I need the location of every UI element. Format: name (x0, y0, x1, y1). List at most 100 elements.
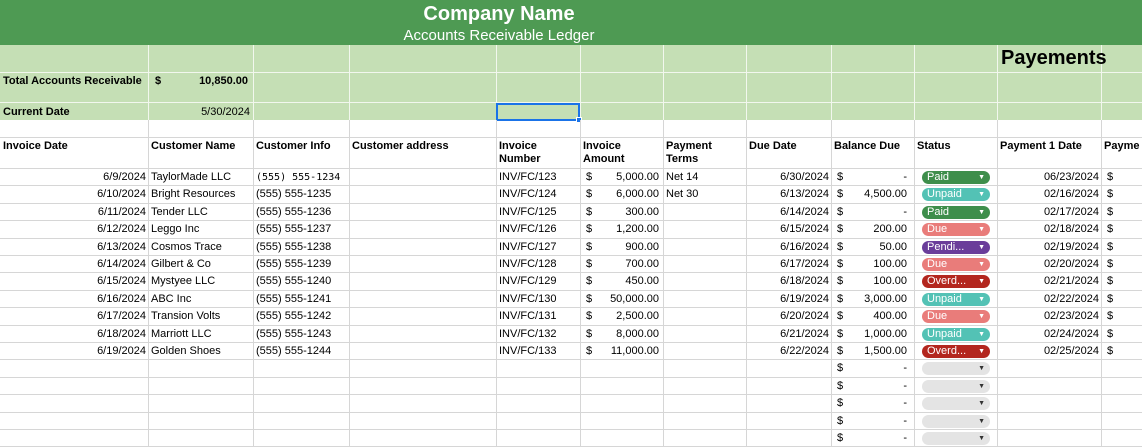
status-dropdown[interactable]: Unpaid ▼ (922, 188, 990, 201)
current-date-value[interactable]: 5/30/2024 (160, 106, 250, 118)
invoice-number-cell[interactable]: INV/FC/133 (499, 343, 579, 360)
payment1-date-cell[interactable]: 02/25/2024 (999, 343, 1099, 360)
due-date-cell[interactable]: 6/22/2024 (748, 343, 829, 360)
invoice-date-cell[interactable]: 6/16/2024 (2, 291, 146, 308)
invoice-amount-cell[interactable]: 1,200.00 (594, 221, 659, 238)
balance-due-cell[interactable]: 1,000.00 (845, 326, 907, 343)
customer-info-cell[interactable]: (555) 555-1241 (256, 291, 348, 308)
status-dropdown[interactable]: ▼ (922, 397, 990, 410)
invoice-amount-cell[interactable]: 8,000.00 (594, 326, 659, 343)
status-dropdown[interactable]: Unpaid ▼ (922, 293, 990, 306)
customer-name-cell[interactable]: ABC Inc (151, 291, 252, 308)
balance-due-cell[interactable]: - (845, 430, 907, 447)
customer-info-cell[interactable]: (555) 555-1236 (256, 204, 348, 221)
customer-name-cell[interactable]: Golden Shoes (151, 343, 252, 360)
invoice-date-cell[interactable]: 6/17/2024 (2, 308, 146, 325)
payment1-date-cell[interactable]: 02/20/2024 (999, 256, 1099, 273)
due-date-cell[interactable]: 6/13/2024 (748, 186, 829, 203)
invoice-amount-cell[interactable]: 5,000.00 (594, 169, 659, 186)
invoice-number-cell[interactable]: INV/FC/126 (499, 221, 579, 238)
column-header[interactable]: Payme (1101, 140, 1142, 153)
customer-name-cell[interactable]: Tender LLC (151, 204, 252, 221)
invoice-number-cell[interactable]: INV/FC/128 (499, 256, 579, 273)
status-dropdown[interactable]: Paid ▼ (922, 171, 990, 184)
status-dropdown[interactable]: Pendi... ▼ (922, 241, 990, 254)
column-header[interactable]: Invoice Number (496, 140, 580, 166)
status-dropdown[interactable]: ▼ (922, 362, 990, 375)
balance-due-cell[interactable]: 3,000.00 (845, 291, 907, 308)
invoice-number-cell[interactable]: INV/FC/124 (499, 186, 579, 203)
column-header[interactable]: Customer address (349, 140, 496, 153)
customer-info-cell[interactable]: (555) 555-1243 (256, 326, 348, 343)
customer-name-cell[interactable]: Gilbert & Co (151, 256, 252, 273)
customer-info-cell[interactable]: (555) 555-1240 (256, 273, 348, 290)
customer-info-cell[interactable]: (555) 555-1244 (256, 343, 348, 360)
balance-due-cell[interactable]: - (845, 378, 907, 395)
column-header[interactable]: Invoice Amount (580, 140, 663, 166)
payment1-date-cell[interactable]: 02/18/2024 (999, 221, 1099, 238)
balance-due-cell[interactable]: 100.00 (845, 256, 907, 273)
balance-due-cell[interactable]: - (845, 169, 907, 186)
invoice-amount-cell[interactable]: 6,000.00 (594, 186, 659, 203)
balance-due-cell[interactable]: 200.00 (845, 221, 907, 238)
payment1-date-cell[interactable]: 02/23/2024 (999, 308, 1099, 325)
due-date-cell[interactable]: 6/21/2024 (748, 326, 829, 343)
payment-terms-cell[interactable]: Net 14 (666, 169, 745, 186)
customer-info-cell[interactable]: (555) 555-1235 (256, 186, 348, 203)
invoice-number-cell[interactable]: INV/FC/125 (499, 204, 579, 221)
customer-name-cell[interactable]: Leggo Inc (151, 221, 252, 238)
due-date-cell[interactable]: 6/17/2024 (748, 256, 829, 273)
invoice-amount-cell[interactable]: 50,000.00 (594, 291, 659, 308)
due-date-cell[interactable]: 6/18/2024 (748, 273, 829, 290)
invoice-date-cell[interactable]: 6/11/2024 (2, 204, 146, 221)
status-dropdown[interactable]: ▼ (922, 432, 990, 445)
invoice-date-cell[interactable]: 6/19/2024 (2, 343, 146, 360)
invoice-date-cell[interactable]: 6/13/2024 (2, 239, 146, 256)
due-date-cell[interactable]: 6/19/2024 (748, 291, 829, 308)
column-header[interactable]: Customer Name (148, 140, 253, 153)
payment-terms-cell[interactable]: Net 30 (666, 186, 745, 203)
status-dropdown[interactable]: Overd... ▼ (922, 275, 990, 288)
invoice-number-cell[interactable]: INV/FC/132 (499, 326, 579, 343)
customer-name-cell[interactable]: TaylorMade LLC (151, 169, 252, 186)
due-date-cell[interactable]: 6/20/2024 (748, 308, 829, 325)
fill-handle[interactable] (576, 117, 582, 123)
total-receivable-value[interactable]: 10,850.00 (160, 75, 248, 88)
due-date-cell[interactable]: 6/14/2024 (748, 204, 829, 221)
customer-name-cell[interactable]: Cosmos Trace (151, 239, 252, 256)
current-date-label[interactable]: Current Date (3, 106, 70, 119)
status-dropdown[interactable]: Unpaid ▼ (922, 328, 990, 341)
column-header[interactable]: Customer Info (253, 140, 349, 153)
balance-due-cell[interactable]: - (845, 204, 907, 221)
customer-name-cell[interactable]: Marriott LLC (151, 326, 252, 343)
status-dropdown[interactable]: ▼ (922, 415, 990, 428)
customer-info-cell[interactable]: (555) 555-1237 (256, 221, 348, 238)
invoice-number-cell[interactable]: INV/FC/129 (499, 273, 579, 290)
invoice-date-cell[interactable]: 6/10/2024 (2, 186, 146, 203)
balance-due-cell[interactable]: - (845, 395, 907, 412)
column-header[interactable]: Invoice Date (0, 140, 148, 153)
invoice-number-cell[interactable]: INV/FC/127 (499, 239, 579, 256)
customer-name-cell[interactable]: Transion Volts (151, 308, 252, 325)
balance-due-cell[interactable]: 4,500.00 (845, 186, 907, 203)
column-header[interactable]: Due Date (746, 140, 831, 153)
balance-due-cell[interactable]: 50.00 (845, 239, 907, 256)
invoice-date-cell[interactable]: 6/14/2024 (2, 256, 146, 273)
invoice-amount-cell[interactable]: 900.00 (594, 239, 659, 256)
selected-cell[interactable] (496, 103, 582, 123)
column-header[interactable]: Payment Terms (663, 140, 746, 166)
due-date-cell[interactable]: 6/30/2024 (748, 169, 829, 186)
payment1-date-cell[interactable]: 02/24/2024 (999, 326, 1099, 343)
payment1-date-cell[interactable]: 02/19/2024 (999, 239, 1099, 256)
status-dropdown[interactable]: Due ▼ (922, 310, 990, 323)
invoice-amount-cell[interactable]: 300.00 (594, 204, 659, 221)
invoice-amount-cell[interactable]: 450.00 (594, 273, 659, 290)
total-receivable-label[interactable]: Total Accounts Receivable (3, 75, 143, 88)
column-header[interactable]: Balance Due (831, 140, 914, 153)
invoice-amount-cell[interactable]: 2,500.00 (594, 308, 659, 325)
payment1-date-cell[interactable]: 02/21/2024 (999, 273, 1099, 290)
invoice-amount-cell[interactable]: 700.00 (594, 256, 659, 273)
customer-info-cell[interactable]: (555) 555-1234 (256, 169, 348, 186)
customer-info-cell[interactable]: (555) 555-1239 (256, 256, 348, 273)
invoice-date-cell[interactable]: 6/12/2024 (2, 221, 146, 238)
